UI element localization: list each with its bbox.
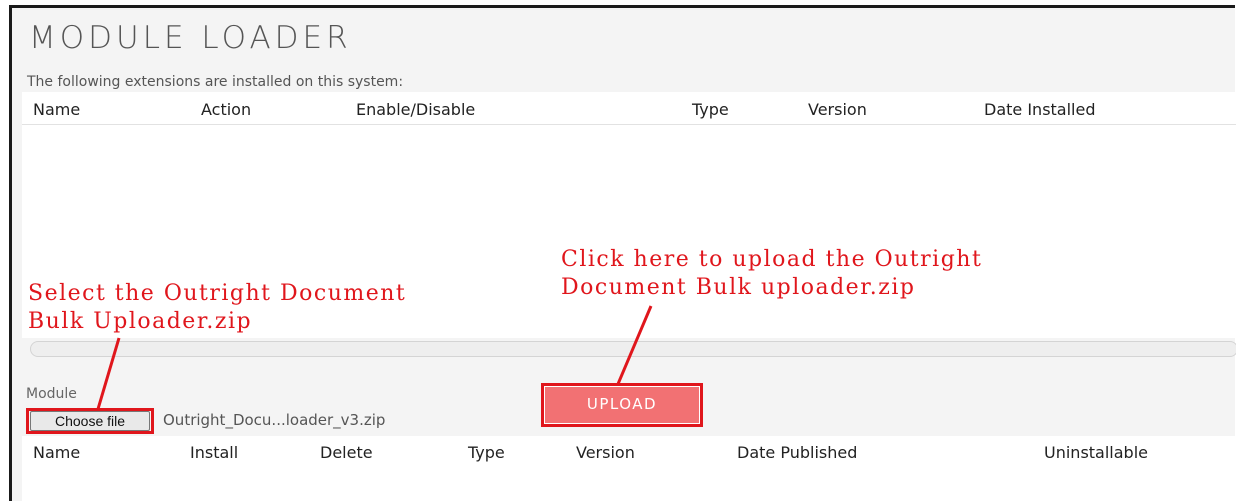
- select-annotation-line: [96, 337, 121, 410]
- upload-annotation-line: [616, 305, 653, 385]
- annotation-arrows: [96, 305, 653, 410]
